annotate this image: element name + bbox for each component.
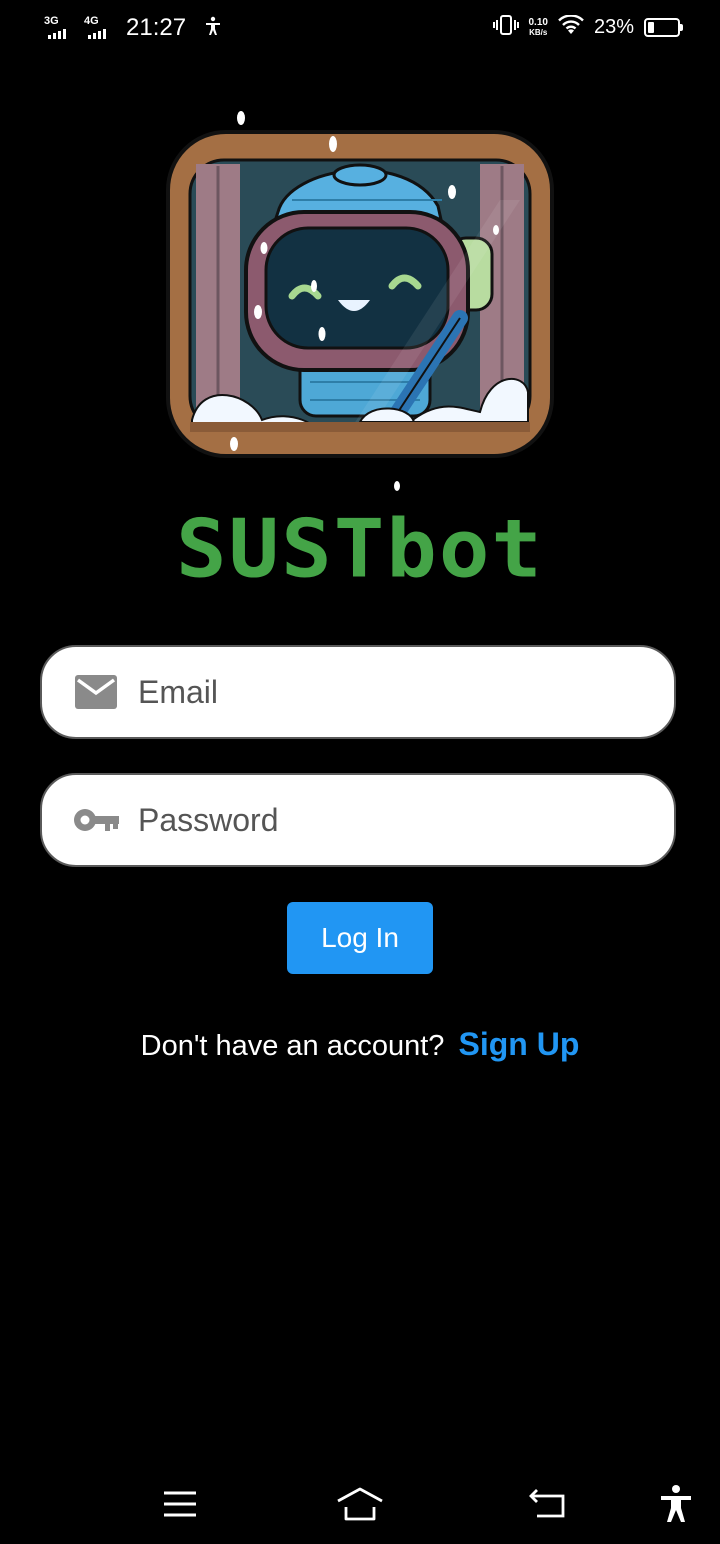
vibrate-icon xyxy=(492,14,519,41)
back-icon[interactable] xyxy=(524,1480,572,1528)
email-field[interactable] xyxy=(40,645,676,739)
menu-icon[interactable] xyxy=(156,1480,204,1528)
password-input[interactable] xyxy=(138,801,618,839)
email-input[interactable] xyxy=(138,673,618,711)
accessibility-icon[interactable] xyxy=(652,1480,700,1528)
signal-3g-icon: 3G xyxy=(42,15,74,41)
speed-unit: KB/s xyxy=(529,27,548,37)
app-brand-title: SUSTbot xyxy=(0,500,720,598)
key-icon xyxy=(66,807,126,833)
accessibility-status-icon xyxy=(204,16,222,41)
status-time: 21:27 xyxy=(126,14,187,41)
signup-link[interactable]: Sign Up xyxy=(459,1026,580,1062)
login-button[interactable]: Log In xyxy=(287,902,433,974)
network-speed: 0.10 KB/s xyxy=(528,16,548,38)
signup-prompt-text: Don't have an account? xyxy=(140,1030,445,1062)
brand-name: SUSTbot xyxy=(175,502,544,596)
battery-icon xyxy=(644,18,683,37)
status-right: 0.10 KB/s 23% xyxy=(492,14,683,41)
battery-fill xyxy=(648,22,655,33)
wifi-icon xyxy=(558,14,584,40)
envelope-icon xyxy=(66,675,126,709)
status-bar: 3G 4G 21:27 0.10 KB/s 23% xyxy=(0,0,720,58)
logo-robot-image xyxy=(160,100,560,500)
signup-prompt-row: Don't have an account? Sign Up xyxy=(0,1026,720,1063)
signal-4g-icon: 4G xyxy=(82,15,114,41)
network-type-2: 4G xyxy=(84,15,99,27)
home-icon[interactable] xyxy=(336,1480,384,1528)
network-type-1: 3G xyxy=(44,15,59,27)
password-field[interactable] xyxy=(40,773,676,867)
status-left: 3G 4G 21:27 xyxy=(42,14,222,42)
speed-value: 0.10 xyxy=(528,16,548,28)
battery-percent: 23% xyxy=(593,16,634,38)
system-nav-bar xyxy=(0,1460,720,1544)
